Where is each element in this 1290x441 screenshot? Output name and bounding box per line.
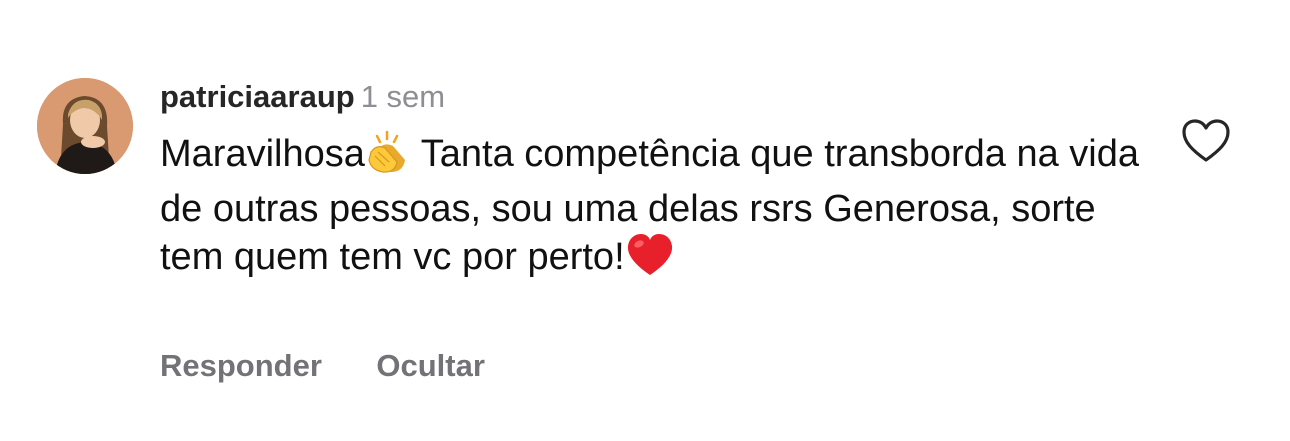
heart-outline-icon — [1182, 119, 1230, 162]
clapping-hands-icon — [365, 130, 411, 186]
avatar[interactable] — [37, 78, 133, 174]
hide-button[interactable]: Ocultar — [376, 344, 485, 388]
comment-actions: Responder Ocultar — [160, 344, 485, 388]
comment-text: Maravilhosa Tanta competência que transb… — [160, 130, 1150, 289]
comment-text-part1: Maravilhosa — [160, 133, 365, 175]
red-heart-icon — [625, 233, 675, 289]
timestamp: 1 sem — [360, 79, 446, 114]
reply-button[interactable]: Responder — [160, 344, 322, 388]
comment-item: patriciaaraup 1 sem Maravilhosa Tanta com… — [0, 0, 1290, 441]
avatar-image — [37, 78, 133, 174]
username[interactable]: patriciaaraup — [160, 79, 355, 114]
like-button[interactable] — [1180, 118, 1232, 164]
comment-header: patriciaaraup 1 sem — [160, 74, 445, 120]
